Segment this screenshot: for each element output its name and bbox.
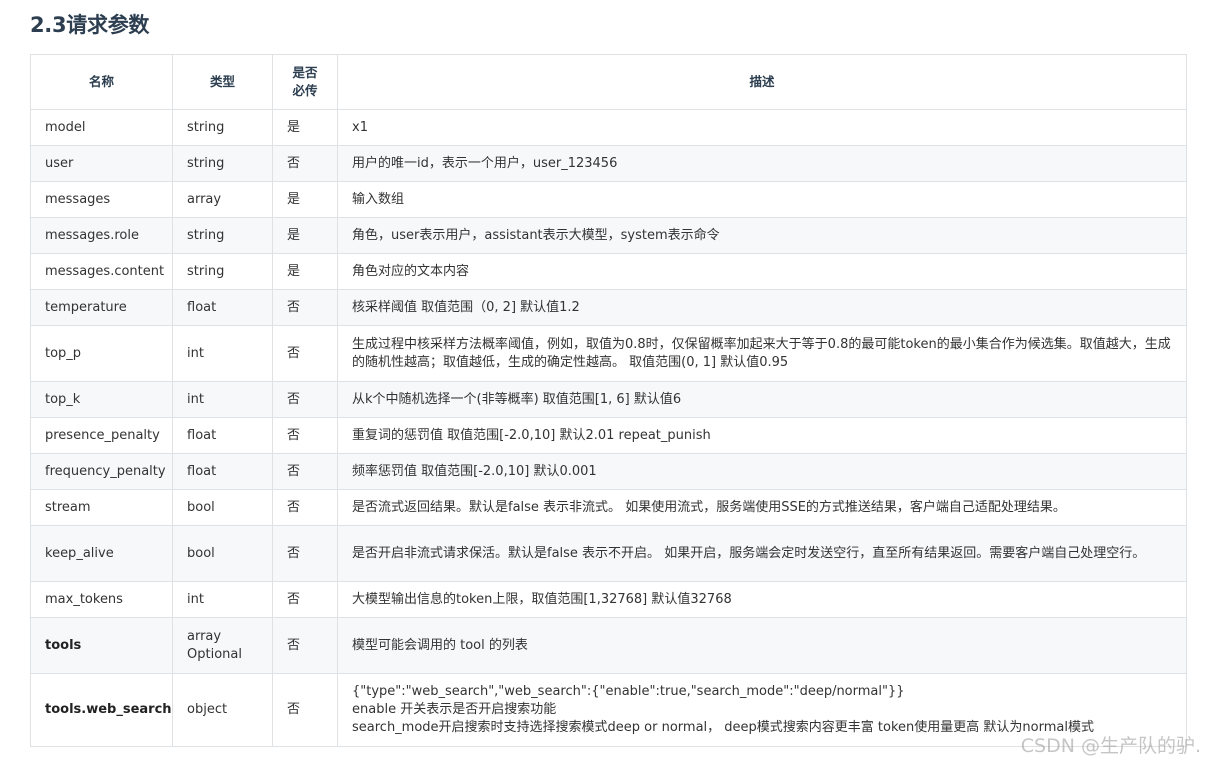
param-name: user bbox=[30, 145, 173, 182]
header-required: 是否 必传 bbox=[272, 54, 338, 110]
param-type: int bbox=[172, 581, 273, 618]
param-required: 是 bbox=[272, 109, 338, 146]
param-required: 是 bbox=[272, 181, 338, 218]
request-params-table: 名称 类型 是否 必传 描述 model string 是 x1 user st… bbox=[30, 54, 1187, 747]
table-row: temperature float 否 核采样阈值 取值范围（0, 2] 默认值… bbox=[30, 289, 1187, 326]
param-required: 是 bbox=[272, 253, 338, 290]
param-type: float bbox=[172, 453, 273, 490]
param-desc: 模型可能会调用的 tool 的列表 bbox=[337, 617, 1187, 674]
param-type: string bbox=[172, 253, 273, 290]
param-desc-line1: {"type":"web_search","web_search":{"enab… bbox=[352, 684, 905, 699]
param-desc: 重复词的惩罚值 取值范围[-2.0,10] 默认2.01 repeat_puni… bbox=[337, 417, 1187, 454]
page-title: 2.3请求参数 bbox=[30, 13, 150, 37]
table-row: user string 否 用户的唯一id，表示一个用户，user_123456 bbox=[30, 145, 1187, 182]
param-desc: 核采样阈值 取值范围（0, 2] 默认值1.2 bbox=[337, 289, 1187, 326]
param-type: bool bbox=[172, 525, 273, 582]
param-type: array Optional bbox=[172, 617, 273, 674]
param-type: string bbox=[172, 145, 273, 182]
param-required: 否 bbox=[272, 289, 338, 326]
param-name: model bbox=[30, 109, 173, 146]
table-row: messages array 是 输入数组 bbox=[30, 181, 1187, 218]
param-desc: 频率惩罚值 取值范围[-2.0,10] 默认0.001 bbox=[337, 453, 1187, 490]
param-required: 否 bbox=[272, 453, 338, 490]
table-row: max_tokens int 否 大模型输出信息的token上限，取值范围[1,… bbox=[30, 581, 1187, 618]
table-row: frequency_penalty float 否 频率惩罚值 取值范围[-2.… bbox=[30, 453, 1187, 490]
param-required: 否 bbox=[272, 673, 338, 747]
param-type-line1: array bbox=[187, 628, 222, 644]
table-row: tools array Optional 否 模型可能会调用的 tool 的列表 bbox=[30, 617, 1187, 674]
param-required: 否 bbox=[272, 489, 338, 526]
param-required: 是 bbox=[272, 217, 338, 254]
table-header-row: 名称 类型 是否 必传 描述 bbox=[30, 54, 1187, 110]
param-name: messages bbox=[30, 181, 173, 218]
param-type: object bbox=[172, 673, 273, 747]
table-row: presence_penalty float 否 重复词的惩罚值 取值范围[-2… bbox=[30, 417, 1187, 454]
table-row: keep_alive bool 否 是否开启非流式请求保活。默认是false 表… bbox=[30, 525, 1187, 582]
param-name: tools.web_search bbox=[30, 673, 173, 747]
param-desc: x1 bbox=[337, 109, 1187, 146]
param-name: stream bbox=[30, 489, 173, 526]
table-row: messages.role string 是 角色，user表示用户，assis… bbox=[30, 217, 1187, 254]
param-desc: 从k个中随机选择一个(非等概率) 取值范围[1, 6] 默认值6 bbox=[337, 381, 1187, 418]
table-row: model string 是 x1 bbox=[30, 109, 1187, 146]
param-type-line2: Optional bbox=[187, 646, 242, 662]
param-name: presence_penalty bbox=[30, 417, 173, 454]
header-type: 类型 bbox=[172, 54, 273, 110]
param-name: tools bbox=[30, 617, 173, 674]
header-desc: 描述 bbox=[337, 54, 1187, 110]
param-desc-line2: enable 开关表示是否开启搜索功能 bbox=[352, 702, 557, 717]
param-type: int bbox=[172, 381, 273, 418]
param-desc: 是否流式返回结果。默认是false 表示非流式。 如果使用流式，服务端使用SSE… bbox=[337, 489, 1187, 526]
param-name: top_k bbox=[30, 381, 173, 418]
header-required-line1: 是否 bbox=[292, 65, 318, 80]
param-required: 否 bbox=[272, 617, 338, 674]
param-name: frequency_penalty bbox=[30, 453, 173, 490]
param-required: 否 bbox=[272, 381, 338, 418]
param-required: 否 bbox=[272, 417, 338, 454]
param-name: max_tokens bbox=[30, 581, 173, 618]
param-type: float bbox=[172, 417, 273, 454]
param-type: string bbox=[172, 217, 273, 254]
param-desc: 输入数组 bbox=[337, 181, 1187, 218]
table-row: tools.web_search object 否 {"type":"web_s… bbox=[30, 673, 1187, 747]
header-required-line2: 必传 bbox=[292, 83, 318, 98]
header-name: 名称 bbox=[30, 54, 173, 110]
param-type: string bbox=[172, 109, 273, 146]
param-desc: 大模型输出信息的token上限，取值范围[1,32768] 默认值32768 bbox=[337, 581, 1187, 618]
param-type: int bbox=[172, 325, 273, 382]
param-type: bool bbox=[172, 489, 273, 526]
table-row: top_k int 否 从k个中随机选择一个(非等概率) 取值范围[1, 6] … bbox=[30, 381, 1187, 418]
param-name: top_p bbox=[30, 325, 173, 382]
param-desc: 生成过程中核采样方法概率阈值，例如，取值为0.8时，仅保留概率加起来大于等于0.… bbox=[337, 325, 1187, 382]
param-desc: 是否开启非流式请求保活。默认是false 表示不开启。 如果开启，服务端会定时发… bbox=[337, 525, 1187, 582]
param-name: messages.role bbox=[30, 217, 173, 254]
table-row: top_p int 否 生成过程中核采样方法概率阈值，例如，取值为0.8时，仅保… bbox=[30, 325, 1187, 382]
param-desc-line3: search_mode开启搜索时支持选择搜索模式deep or normal， … bbox=[352, 720, 1094, 735]
param-required: 否 bbox=[272, 325, 338, 382]
param-required: 否 bbox=[272, 145, 338, 182]
param-desc: 角色对应的文本内容 bbox=[337, 253, 1187, 290]
param-type: float bbox=[172, 289, 273, 326]
table-row: stream bool 否 是否流式返回结果。默认是false 表示非流式。 如… bbox=[30, 489, 1187, 526]
param-name: messages.content bbox=[30, 253, 173, 290]
param-type: array bbox=[172, 181, 273, 218]
param-desc: 角色，user表示用户，assistant表示大模型，system表示命令 bbox=[337, 217, 1187, 254]
param-desc: 用户的唯一id，表示一个用户，user_123456 bbox=[337, 145, 1187, 182]
param-desc: {"type":"web_search","web_search":{"enab… bbox=[337, 673, 1187, 747]
param-name: keep_alive bbox=[30, 525, 173, 582]
param-name: temperature bbox=[30, 289, 173, 326]
table-row: messages.content string 是 角色对应的文本内容 bbox=[30, 253, 1187, 290]
param-required: 否 bbox=[272, 581, 338, 618]
param-required: 否 bbox=[272, 525, 338, 582]
